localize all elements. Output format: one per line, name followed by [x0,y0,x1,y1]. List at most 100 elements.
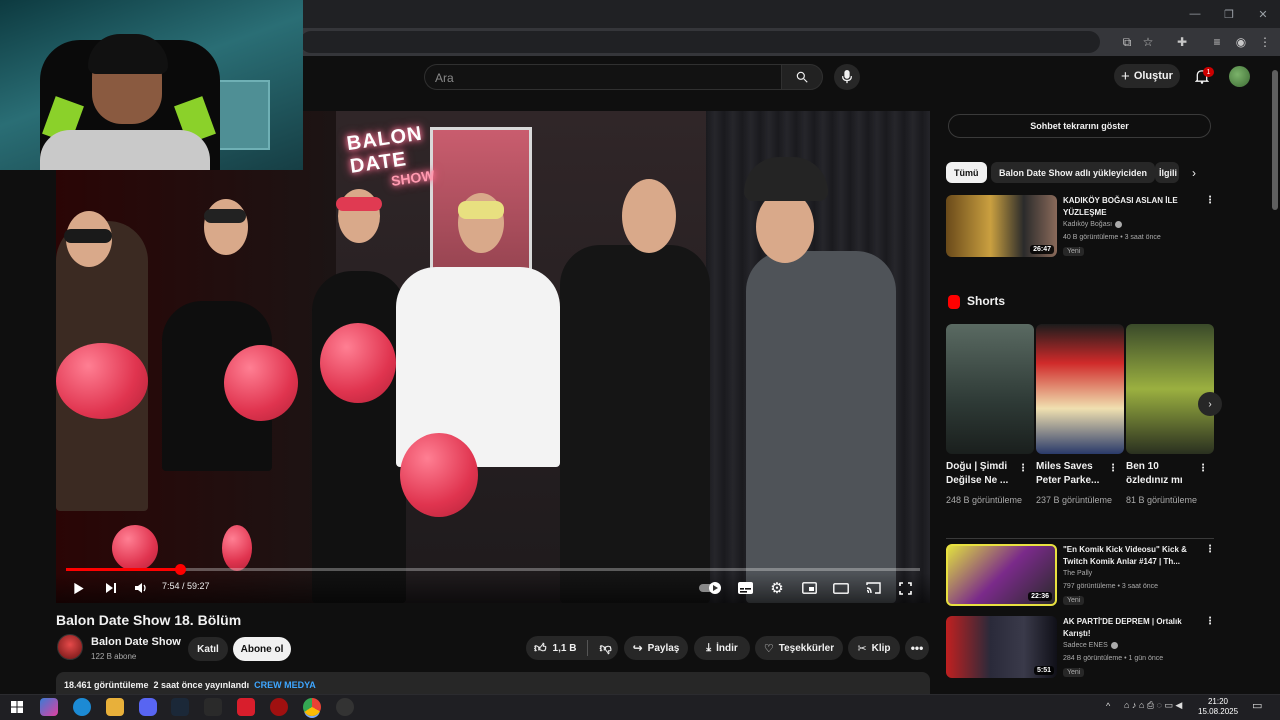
short-more-icon-1[interactable]: ⋮ [1018,463,1028,474]
chips-next-icon[interactable]: › [1192,166,1196,180]
chip-from-uploader[interactable]: Balon Date Show adlı yükleyiciden [991,162,1156,183]
video-thumbnail[interactable]: 22:36 [946,544,1057,606]
maximize-icon[interactable]: ❐ [1212,0,1246,28]
browser-menu-icon[interactable]: ⋮ [1256,33,1274,51]
balloon-1 [56,343,148,419]
profile-icon[interactable]: ◉ [1232,33,1250,51]
bookmark-star-icon[interactable]: ☆ [1139,33,1157,51]
video-channel-name: Sadece ENES [1063,642,1108,649]
short-title-1[interactable]: Doğu | Şimdi Değilse Ne ... [946,460,1018,488]
contestant-1-blindfold [64,229,112,243]
short-thumbnail-2[interactable] [1036,324,1124,454]
autoplay-toggle[interactable] [698,579,724,597]
create-label: Oluştur [1133,70,1173,82]
opera-gx-icon[interactable] [270,698,288,716]
volume-button[interactable] [132,579,150,597]
copilot-icon[interactable] [40,698,58,716]
subscribe-button[interactable]: Abone ol [233,637,291,661]
list-item[interactable]: 5:51 AK PARTİ'DE DEPREM | Ortalık Karışt… [946,616,1216,680]
list-item[interactable]: 26:47 KADIKÖY BOĞASI ASLAN İLE YÜZLEŞME … [946,195,1216,259]
epic-games-icon[interactable] [204,698,222,716]
chevron-right-icon: › [1208,398,1212,410]
cast-button[interactable] [864,579,882,597]
account-avatar[interactable] [1229,66,1250,87]
fullscreen-button[interactable] [896,579,914,597]
description-summary: 18.461 görüntüleme 2 saat önce yayınland… [64,680,316,690]
windows-start-icon[interactable] [8,698,26,716]
thumbs-down-icon: 👎︎ [599,640,612,655]
discord-icon[interactable] [139,698,157,716]
app-gauge-icon[interactable] [336,698,354,716]
progress-bar[interactable] [66,568,920,571]
video-channel[interactable]: Kadıköy Boğası [1063,221,1123,228]
short-title-3[interactable]: Ben 10 özledınız mı [1126,460,1198,488]
more-actions-button[interactable]: ••• [905,636,929,660]
short-more-icon-3[interactable]: ⋮ [1198,463,1208,474]
list-item[interactable]: 22:36 "En Komik Kick Videosu" Kick & Twi… [946,544,1216,608]
address-bar[interactable] [300,31,1100,53]
next-button[interactable] [102,579,120,597]
video-thumbnail[interactable]: 26:47 [946,195,1057,257]
dislike-button[interactable]: 👎︎ [599,641,611,656]
publish-time: 2 saat önce yayınlandı [153,680,250,690]
install-app-icon[interactable]: ⧉ [1118,33,1136,51]
channel-name[interactable]: Balon Date Show [91,636,181,648]
miniplayer-icon [801,582,817,594]
notification-center-icon[interactable]: ▭ [1252,699,1262,712]
channel-avatar[interactable] [57,634,83,660]
share-button[interactable]: ↪ Paylaş [624,636,688,660]
minimize-icon[interactable]: — [1178,0,1212,28]
video-title[interactable]: AK PARTİ'DE DEPREM | Ortalık Karıştı! [1063,616,1198,640]
video-meta: 40 B görüntüleme • 3 saat önce [1063,234,1161,241]
edge-icon[interactable] [73,698,91,716]
video-channel[interactable]: Sadece ENES [1063,642,1118,649]
video-title[interactable]: KADIKÖY BOĞASI ASLAN İLE YÜZLEŞME [1063,195,1198,219]
thanks-button[interactable]: ♡ Teşekkürler [755,636,843,660]
short-title-2[interactable]: Miles Saves Peter Parke... [1036,460,1108,488]
tray-icons[interactable]: ⌂ ♪ ⌂ ⎙ ◌ ▭ ◀ [1124,700,1182,711]
short-more-icon-2[interactable]: ⋮ [1108,463,1118,474]
show-chat-replay-button[interactable]: Sohbet tekrarını göster [948,114,1211,138]
tray-expand-icon[interactable]: ^ [1106,701,1110,711]
more-vertical-icon[interactable]: ⋮ [1205,196,1215,206]
extensions-icon[interactable]: ✚ [1173,33,1191,51]
search-button[interactable] [781,64,823,90]
create-button[interactable]: + Oluştur [1114,64,1180,88]
miniplayer-button[interactable] [800,579,818,597]
new-badge: Yeni [1063,668,1085,677]
more-vertical-icon[interactable]: ⋮ [1205,617,1215,627]
video-title[interactable]: "En Komik Kick Videosu" Kick & Twitch Ko… [1063,544,1198,568]
short-thumbnail-1[interactable] [946,324,1034,454]
theater-icon [833,582,849,594]
more-vertical-icon[interactable]: ⋮ [1205,545,1215,555]
file-explorer-icon[interactable] [106,698,124,716]
clip-button[interactable]: ✂ Klip [848,636,900,660]
description-tag[interactable]: CREW MEDYA [254,680,316,690]
chip-related[interactable]: İlgili [1155,162,1179,183]
view-count: 18.461 görüntüleme [64,680,149,690]
video-player[interactable]: BALON DATE SHOW 7:54 / 59:27 ⚙ [56,111,930,603]
chrome-icon[interactable] [303,698,321,716]
short-views-3: 81 B görüntüleme [1126,495,1198,505]
shorts-next-button[interactable]: › [1198,392,1222,416]
theater-mode-button[interactable] [832,579,850,597]
voice-search-button[interactable] [834,64,860,90]
subtitles-button[interactable] [736,579,754,597]
media-control-icon[interactable]: ≡ [1208,33,1226,51]
close-icon[interactable]: ✕ [1246,0,1280,28]
download-button[interactable]: ⤓ İndir [694,636,750,660]
search-input[interactable]: Ara [424,64,781,90]
taskbar-clock[interactable]: 21:20 15.08.2025 [1198,697,1238,717]
video-thumbnail[interactable]: 5:51 [946,616,1057,678]
steam-icon[interactable] [171,698,189,716]
short-thumbnail-3[interactable] [1126,324,1214,454]
page-scrollbar-thumb[interactable] [1272,70,1278,210]
video-channel[interactable]: The Pally [1063,570,1092,577]
download-label: İndir [716,642,738,654]
like-button[interactable]: 👍︎ 1,1 B [534,641,576,656]
settings-button[interactable]: ⚙ [768,579,786,597]
chip-all[interactable]: Tümü [946,162,987,183]
app-red-icon[interactable] [237,698,255,716]
play-button[interactable] [70,579,88,597]
join-button[interactable]: Katıl [188,637,228,661]
